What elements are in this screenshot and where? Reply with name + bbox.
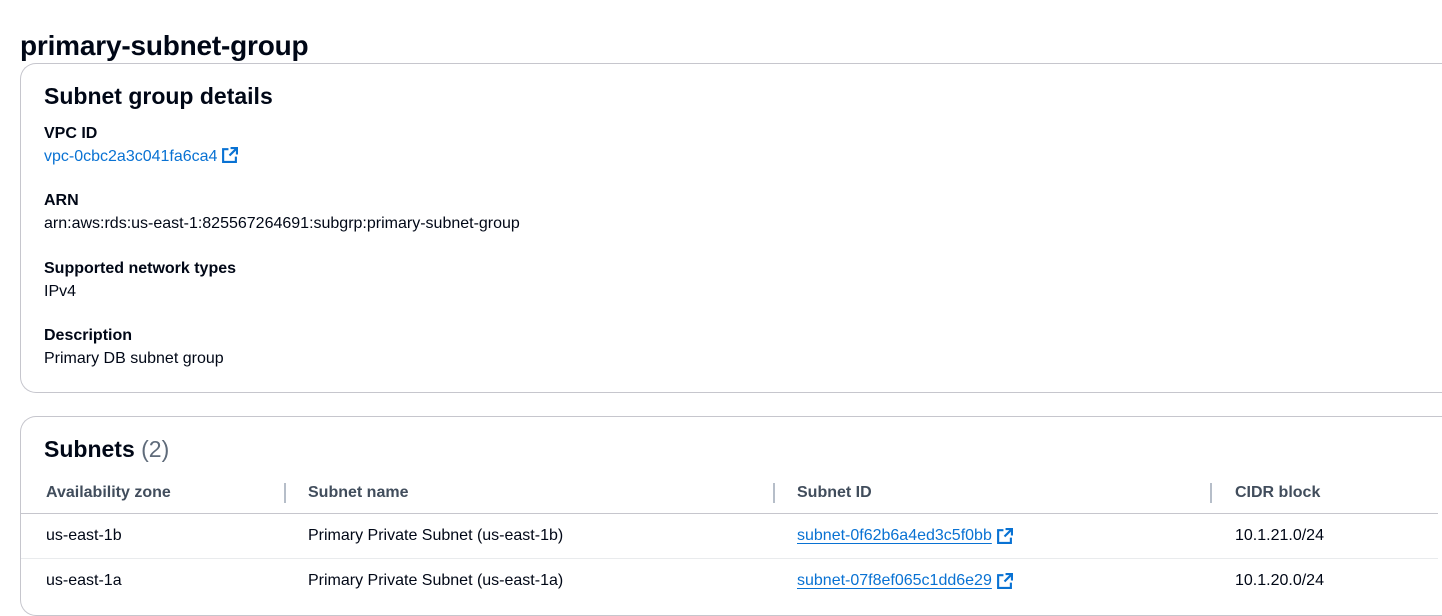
cell-availability-zone: us-east-1a [46, 572, 122, 589]
cell-cidr-block: 10.1.20.0/24 [1235, 572, 1324, 589]
column-header-cidr-block[interactable]: CIDR block [1235, 473, 1320, 513]
vpc-id-link[interactable]: vpc-0cbc2a3c041fa6ca4 [44, 147, 239, 165]
external-link-icon[interactable] [996, 572, 1013, 590]
cell-availability-zone: us-east-1b [46, 527, 122, 544]
column-header-availability-zone[interactable]: Availability zone [46, 473, 171, 513]
description-field: Description Primary DB subnet group [44, 326, 224, 370]
external-link-icon [222, 147, 239, 163]
arn-field: ARN arn:aws:rds:us-east-1:825567264691:s… [44, 191, 520, 235]
arn-label: ARN [44, 192, 79, 209]
column-resizer[interactable] [773, 483, 775, 503]
network-types-label: Supported network types [44, 260, 237, 277]
network-types-value: IPv4 [44, 283, 77, 300]
cell-subnet-name: Primary Private Subnet (us-east-1a) [308, 572, 564, 589]
description-label: Description [44, 327, 133, 344]
description-value: Primary DB subnet group [44, 350, 224, 367]
page-title: primary-subnet-group [20, 29, 309, 61]
vpc-id-label: VPC ID [44, 125, 98, 142]
details-title: Subnet group details [44, 83, 273, 109]
cell-subnet-id: subnet-0f62b6a4ed3c5f0bb [797, 514, 1013, 558]
table-row: us-east-1a Primary Private Subnet (us-ea… [21, 559, 1438, 603]
subnets-title-text: Subnets [44, 436, 135, 462]
arn-value: arn:aws:rds:us-east-1:825567264691:subgr… [44, 215, 520, 232]
vpc-id-field: VPC ID vpc-0cbc2a3c041fa6ca4 [44, 124, 239, 168]
external-link-icon[interactable] [996, 527, 1013, 545]
column-resizer[interactable] [1210, 483, 1212, 503]
subnet-group-details-panel: Subnet group details VPC ID vpc-0cbc2a3c… [20, 63, 1442, 393]
column-header-subnet-name[interactable]: Subnet name [308, 473, 408, 513]
subnet-id-link[interactable]: subnet-07f8ef065c1dd6e29 [797, 572, 992, 590]
subnet-id-value: subnet-0f62b6a4ed3c5f0bb [797, 527, 992, 544]
table-row: us-east-1b Primary Private Subnet (us-ea… [21, 514, 1438, 559]
vpc-id-value: vpc-0cbc2a3c041fa6ca4 [44, 148, 218, 165]
subnets-panel: Subnets (2) Availability zone Subnet nam… [20, 416, 1442, 616]
cell-cidr-block: 10.1.21.0/24 [1235, 527, 1324, 544]
subnets-count: (2) [141, 436, 170, 462]
subnet-id-value: subnet-07f8ef065c1dd6e29 [797, 572, 992, 589]
subnet-id-link[interactable]: subnet-0f62b6a4ed3c5f0bb [797, 527, 992, 545]
column-header-subnet-id[interactable]: Subnet ID [797, 473, 872, 513]
cell-subnet-id: subnet-07f8ef065c1dd6e29 [797, 559, 1013, 603]
network-types-field: Supported network types IPv4 [44, 259, 236, 303]
column-resizer[interactable] [284, 483, 286, 503]
subnets-title: Subnets (2) [44, 435, 169, 463]
subnets-table-header: Availability zone Subnet name Subnet ID … [21, 473, 1438, 514]
cell-subnet-name: Primary Private Subnet (us-east-1b) [308, 527, 564, 544]
